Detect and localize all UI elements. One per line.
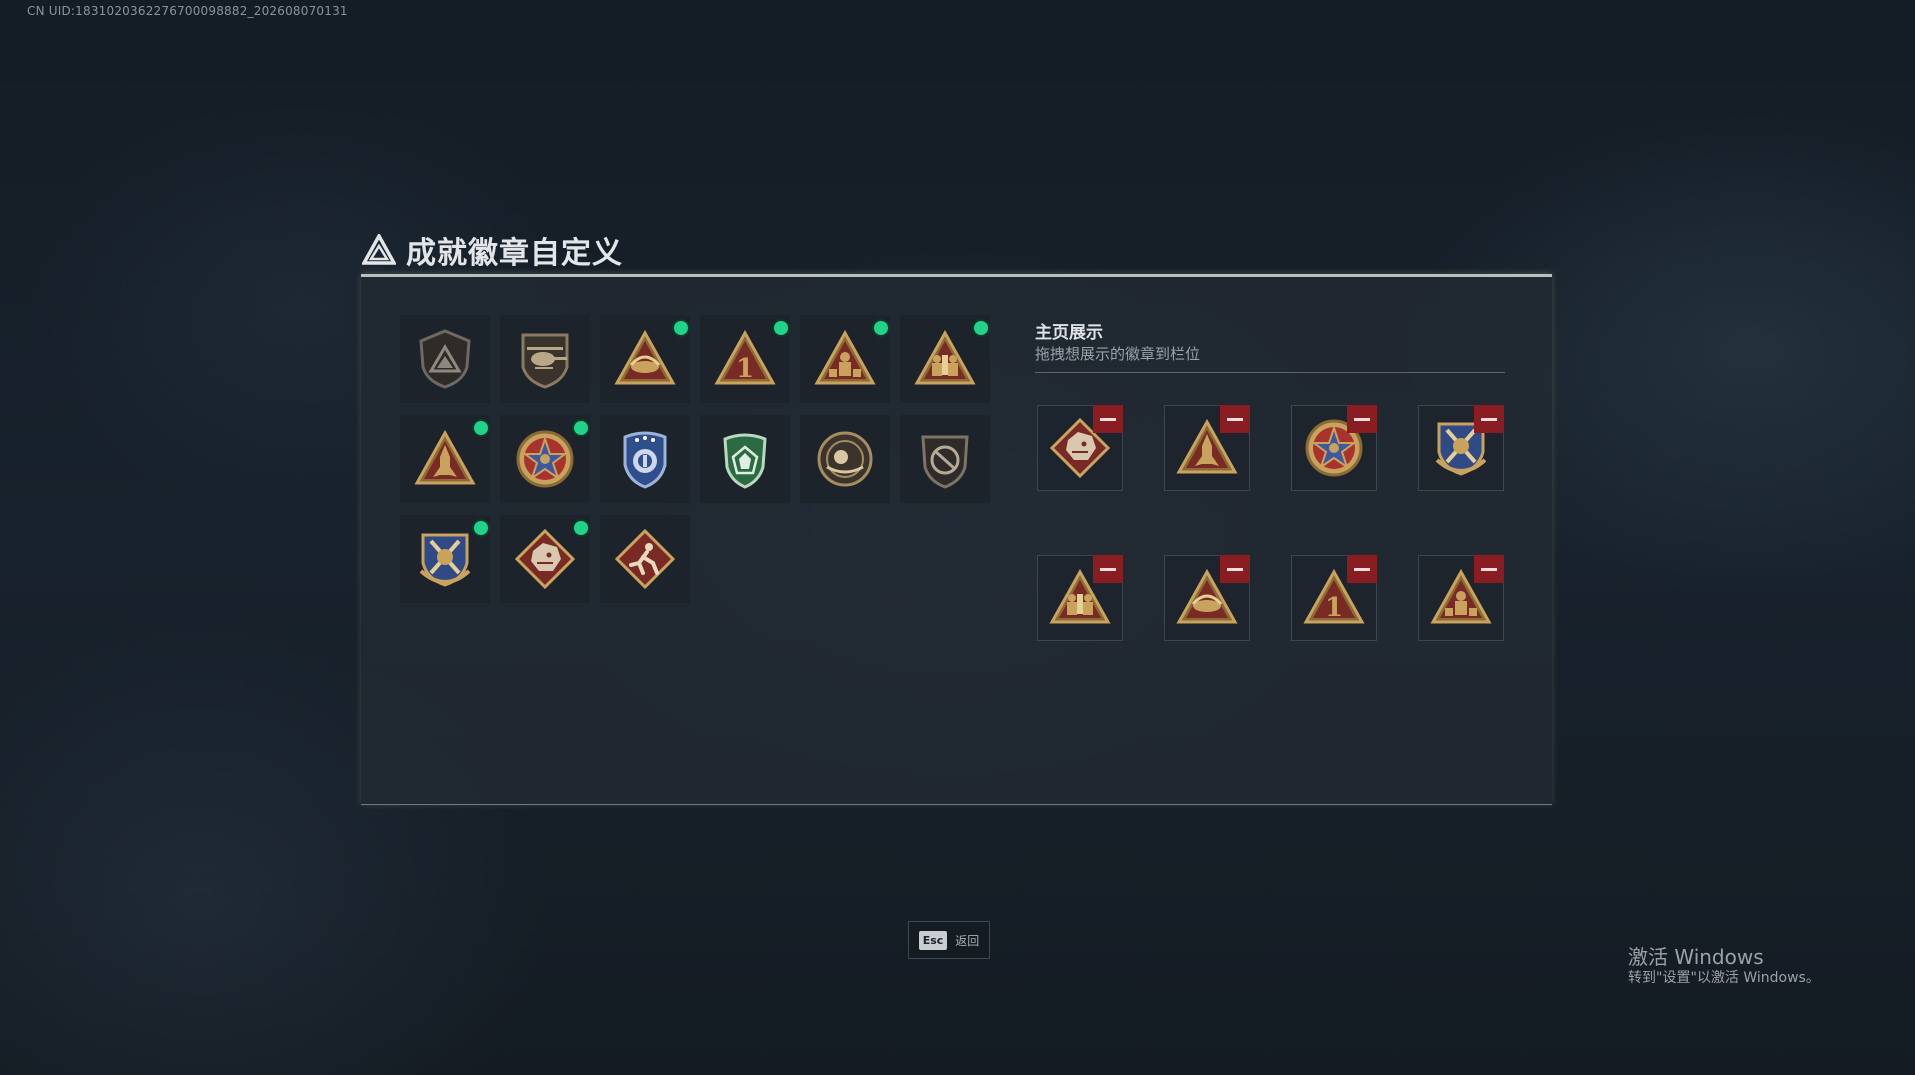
remove-badge-button[interactable]: [1220, 555, 1250, 583]
triangle-logo-icon: [362, 234, 396, 265]
minus-icon: [1100, 417, 1116, 421]
minus-icon: [1100, 567, 1116, 571]
divider: [1035, 372, 1505, 373]
minus-icon: [1227, 417, 1243, 421]
badge-cell[interactable]: [800, 415, 890, 503]
badge-cell[interactable]: [500, 515, 590, 603]
home-display-slot[interactable]: 1: [1291, 555, 1377, 641]
blue-police-badge-icon: [613, 427, 677, 491]
badge-cell[interactable]: [900, 315, 990, 403]
new-indicator-dot: [674, 321, 688, 335]
new-indicator-dot: [474, 521, 488, 535]
home-display-title: 主页展示: [1035, 323, 1103, 343]
round-medal-badge-icon: [813, 427, 877, 491]
badge-cell[interactable]: [400, 515, 490, 603]
page-header: 成就徽章自定义: [362, 228, 623, 272]
windows-activation-subtitle: 转到"设置"以激活 Windows。: [1628, 970, 1820, 986]
home-display-slot[interactable]: [1418, 555, 1504, 641]
esc-key-icon: Esc: [918, 930, 948, 950]
remove-badge-button[interactable]: [1093, 405, 1123, 433]
uid-label: CN UID:1831020362276700098882_2026080701…: [27, 4, 348, 18]
svg-text:1: 1: [1325, 593, 1343, 623]
new-indicator-dot: [974, 321, 988, 335]
badge-collection-grid: 1: [400, 315, 990, 603]
badge-cell[interactable]: [400, 415, 490, 503]
soldier-triangle-badge-icon: [813, 327, 877, 391]
star-medal-badge-icon: [513, 427, 577, 491]
badge-customize-panel: 1 主页展示 拖拽想展示的徽章到栏位 1: [361, 274, 1552, 805]
badge-cell[interactable]: [600, 415, 690, 503]
number-one-triangle-badge-icon: 1: [713, 327, 777, 391]
back-label: 返回: [955, 933, 980, 948]
remove-badge-button[interactable]: [1220, 405, 1250, 433]
minus-icon: [1354, 417, 1370, 421]
badge-cell[interactable]: [800, 315, 890, 403]
badge-cell[interactable]: [700, 415, 790, 503]
badge-cell[interactable]: [500, 315, 590, 403]
home-display-slot[interactable]: [1037, 555, 1123, 641]
new-indicator-dot: [774, 321, 788, 335]
minus-icon: [1354, 567, 1370, 571]
badge-cell[interactable]: [900, 415, 990, 503]
eagle-triangle-badge-icon: [613, 327, 677, 391]
home-display-slot[interactable]: [1418, 405, 1504, 491]
home-display-slots: 1: [1037, 405, 1504, 641]
helicopter-badge-icon: [513, 327, 577, 391]
badge-cell[interactable]: 1: [700, 315, 790, 403]
home-display-slot[interactable]: [1291, 405, 1377, 491]
no-sign-shield-badge-icon: [913, 427, 977, 491]
new-indicator-dot: [574, 421, 588, 435]
home-display-slot[interactable]: [1164, 405, 1250, 491]
home-display-slot[interactable]: [1037, 405, 1123, 491]
remove-badge-button[interactable]: [1347, 555, 1377, 583]
rocket-triangle-badge-icon: [413, 427, 477, 491]
minus-icon: [1227, 567, 1243, 571]
badge-cell[interactable]: [600, 315, 690, 403]
remove-badge-button[interactable]: [1474, 405, 1504, 433]
new-indicator-dot: [474, 421, 488, 435]
remove-badge-button[interactable]: [1474, 555, 1504, 583]
windows-activation-title: 激活 Windows: [1628, 945, 1764, 969]
shield-triangle-badge-icon: [413, 327, 477, 391]
badge-cell[interactable]: [500, 415, 590, 503]
page-title: 成就徽章自定义: [406, 236, 623, 271]
home-display-subtitle: 拖拽想展示的徽章到栏位: [1035, 345, 1201, 363]
soldiers-triangle-badge-icon: [913, 327, 977, 391]
green-shield-badge-icon: [713, 427, 777, 491]
remove-badge-button[interactable]: [1347, 405, 1377, 433]
crossed-swords-shield-badge-icon: [413, 527, 477, 591]
runner-diamond-badge-icon: [613, 527, 677, 591]
remove-badge-button[interactable]: [1093, 555, 1123, 583]
badge-cell[interactable]: [400, 315, 490, 403]
minus-icon: [1481, 417, 1497, 421]
svg-text:1: 1: [736, 354, 754, 384]
back-button[interactable]: Esc 返回: [908, 921, 990, 959]
new-indicator-dot: [574, 521, 588, 535]
new-indicator-dot: [874, 321, 888, 335]
badge-cell[interactable]: [600, 515, 690, 603]
home-display-slot[interactable]: [1164, 555, 1250, 641]
minus-icon: [1481, 567, 1497, 571]
dragon-diamond-badge-icon: [513, 527, 577, 591]
